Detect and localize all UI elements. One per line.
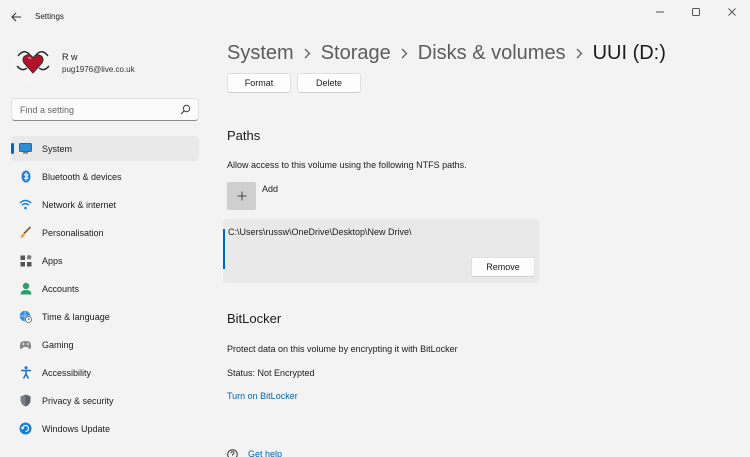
sidebar-item-bluetooth[interactable]: Bluetooth & devices [11, 164, 199, 189]
sidebar-item-privacy-security[interactable]: Privacy & security [11, 388, 199, 413]
sidebar-item-gaming[interactable]: Gaming [11, 332, 199, 357]
update-icon [19, 422, 32, 435]
get-help-link[interactable]: Get help [248, 449, 282, 457]
minimize-icon [656, 11, 664, 13]
globe-clock-icon [19, 310, 32, 323]
path-entry-text: C:\Users\russw\OneDrive\Desktop\New Driv… [228, 227, 412, 237]
add-path-button[interactable] [227, 182, 256, 210]
sidebar-item-label: Personalisation [42, 227, 104, 238]
avatar[interactable] [12, 42, 54, 84]
shield-icon [19, 394, 32, 407]
wifi-icon [19, 198, 32, 211]
sidebar-item-label: Time & language [42, 311, 110, 322]
sidebar-item-label: Network & internet [42, 199, 117, 210]
title-bar: Settings [0, 0, 750, 32]
maximize-button[interactable] [678, 0, 714, 24]
apps-icon [19, 254, 32, 267]
user-email: pug1976@live.co.uk [62, 65, 135, 74]
sidebar-item-label: System [42, 143, 73, 154]
sidebar-item-accounts[interactable]: Accounts [11, 276, 199, 301]
paths-description: Allow access to this volume using the fo… [227, 160, 467, 170]
paths-heading: Paths [227, 128, 261, 143]
window-controls [642, 0, 750, 24]
add-path-label[interactable]: Add [262, 184, 278, 194]
delete-button[interactable]: Delete [297, 73, 361, 93]
chevron-right-icon [576, 48, 583, 59]
sidebar-item-apps[interactable]: Apps [11, 248, 199, 273]
plus-icon [237, 191, 246, 201]
bitlocker-heading: BitLocker [227, 311, 282, 326]
page-title: UUI (D:) [592, 41, 666, 64]
breadcrumb-storage[interactable]: Storage [321, 42, 391, 65]
bitlocker-description: Protect data on this volume by encryptin… [227, 344, 458, 354]
sidebar-item-personalisation[interactable]: Personalisation [11, 220, 199, 245]
search-box [11, 98, 199, 121]
chevron-right-icon [401, 48, 408, 59]
sidebar-item-label: Apps [42, 255, 63, 266]
bluetooth-icon [19, 170, 32, 183]
close-icon [728, 8, 736, 16]
sidebar-item-accessibility[interactable]: Accessibility [11, 360, 199, 385]
sidebar-item-windows-update[interactable]: Windows Update [11, 416, 199, 441]
sidebar-item-label: Accounts [42, 283, 80, 294]
remove-button[interactable]: Remove [471, 257, 535, 277]
gamepad-icon [19, 338, 32, 351]
bitlocker-status: Status: Not Encrypted [227, 368, 315, 378]
user-name: R w [62, 52, 78, 62]
back-button[interactable] [6, 8, 26, 26]
brush-icon [19, 226, 32, 239]
sidebar-item-label: Windows Update [42, 423, 111, 434]
sidebar-item-system[interactable]: System [11, 136, 199, 161]
sidebar-item-label: Bluetooth & devices [42, 171, 122, 182]
app-title: Settings [35, 12, 64, 21]
breadcrumb-system[interactable]: System [227, 42, 294, 65]
help-row[interactable]: Get help [227, 448, 282, 457]
sidebar-item-label: Accessibility [42, 367, 92, 378]
minimize-button[interactable] [642, 0, 678, 24]
chevron-right-icon [304, 48, 311, 59]
accessibility-icon [19, 366, 32, 379]
help-icon [227, 448, 238, 457]
turn-on-bitlocker-link[interactable]: Turn on BitLocker [227, 391, 298, 401]
monitor-icon [19, 142, 32, 155]
person-icon [19, 282, 32, 295]
close-button[interactable] [714, 0, 750, 24]
search-input[interactable] [12, 99, 172, 120]
back-arrow-icon [10, 12, 21, 22]
heart-emblem-icon [12, 42, 54, 84]
breadcrumb: System Storage Disks & volumes UUI (D:) [227, 40, 666, 66]
path-entry-card[interactable]: C:\Users\russw\OneDrive\Desktop\New Driv… [223, 219, 539, 283]
sidebar-item-network[interactable]: Network & internet [11, 192, 199, 217]
maximize-icon [692, 8, 700, 16]
format-button[interactable]: Format [227, 73, 291, 93]
breadcrumb-disks-volumes[interactable]: Disks & volumes [418, 42, 566, 65]
sidebar-item-label: Privacy & security [42, 395, 114, 406]
search-icon[interactable] [180, 104, 191, 115]
sidebar-item-time-language[interactable]: Time & language [11, 304, 199, 329]
sidebar-item-label: Gaming [42, 339, 74, 350]
sidebar-nav: System Bluetooth & devices Network & int… [11, 136, 199, 444]
